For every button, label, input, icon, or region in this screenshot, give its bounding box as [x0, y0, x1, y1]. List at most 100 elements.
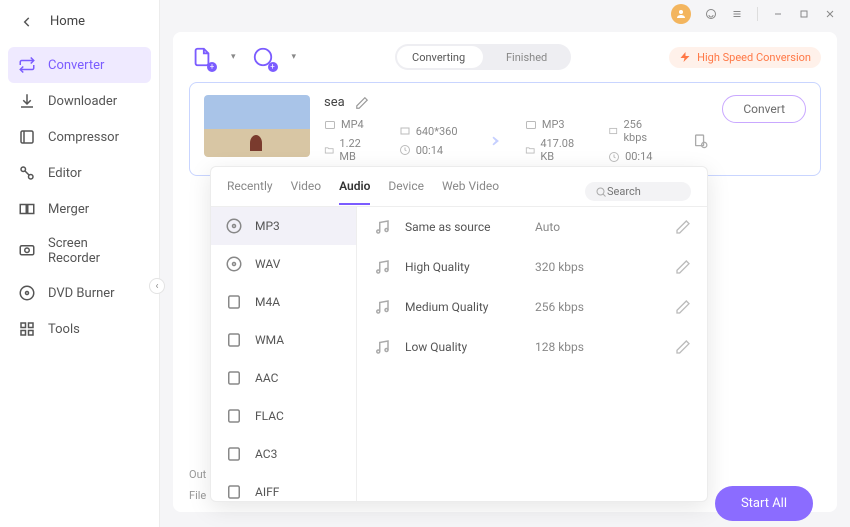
sidebar-item-tools[interactable]: Tools — [8, 311, 151, 347]
sidebar-item-label: Screen Recorder — [48, 236, 141, 266]
output-label: Out — [189, 468, 206, 481]
converter-icon — [18, 56, 36, 74]
file-icon — [225, 369, 243, 387]
search-input[interactable] — [607, 185, 677, 198]
maximize-button[interactable] — [798, 8, 810, 20]
sidebar-item-label: DVD Burner — [48, 286, 115, 301]
tools-icon — [18, 320, 36, 338]
format-flac[interactable]: FLAC — [211, 397, 356, 435]
rename-icon[interactable] — [355, 96, 369, 110]
back-icon — [20, 15, 34, 29]
output-settings-icon[interactable] — [693, 132, 709, 150]
file-icon — [225, 407, 243, 425]
sidebar-item-dvd-burner[interactable]: DVD Burner — [8, 275, 151, 311]
plus-icon: + — [207, 62, 217, 72]
sidebar-item-screen-recorder[interactable]: Screen Recorder — [8, 227, 151, 275]
thumbnail[interactable] — [204, 95, 310, 157]
collapse-sidebar-button[interactable]: ‹ — [149, 278, 165, 294]
edit-icon[interactable] — [675, 299, 691, 315]
music-icon — [373, 258, 391, 276]
tab-web-video[interactable]: Web Video — [442, 179, 499, 205]
sidebar-item-compressor[interactable]: Compressor — [8, 119, 151, 155]
chevron-down-icon[interactable]: ▾ — [231, 52, 236, 62]
tab-device[interactable]: Device — [388, 179, 424, 205]
recorder-icon — [18, 242, 36, 260]
edit-icon[interactable] — [675, 219, 691, 235]
tab-audio[interactable]: Audio — [339, 179, 370, 205]
menu-icon[interactable] — [731, 8, 743, 20]
folder-icon — [525, 144, 535, 156]
bitrate-icon — [608, 125, 618, 137]
src-format: MP4 — [341, 118, 364, 131]
tab-recently[interactable]: Recently — [227, 179, 273, 205]
bolt-icon — [679, 51, 691, 63]
src-dur: 00:14 — [416, 144, 443, 157]
minimize-button[interactable] — [772, 8, 784, 20]
format-wma[interactable]: WMA — [211, 321, 356, 359]
dst-format: MP3 — [542, 118, 565, 131]
edit-icon[interactable] — [675, 339, 691, 355]
sidebar-item-label: Merger — [48, 202, 89, 217]
sidebar-item-merger[interactable]: Merger — [8, 191, 151, 227]
segment-finished[interactable]: Finished — [483, 51, 571, 64]
segment-converting[interactable]: Converting — [395, 51, 483, 64]
format-wav[interactable]: WAV — [211, 245, 356, 283]
support-icon[interactable] — [705, 8, 717, 20]
music-icon — [373, 218, 391, 236]
clock-icon — [399, 144, 411, 156]
disc-icon — [225, 217, 243, 235]
task-card: sea MP4 1.22 MB 640*360 00:14 MP3 417.08… — [189, 82, 821, 176]
high-speed-toggle[interactable]: High Speed Conversion — [669, 47, 821, 68]
avatar[interactable] — [671, 4, 691, 24]
file-icon — [225, 331, 243, 349]
dst-size: 417.08 KB — [540, 137, 584, 163]
sidebar: Home Converter Downloader Compressor Edi… — [0, 0, 160, 527]
src-res: 640*360 — [416, 125, 458, 138]
sidebar-item-label: Compressor — [48, 130, 119, 145]
format-ac3[interactable]: AC3 — [211, 435, 356, 473]
clock-icon — [608, 151, 620, 163]
format-m4a[interactable]: M4A — [211, 283, 356, 321]
music-icon — [373, 298, 391, 316]
format-search[interactable] — [585, 182, 691, 201]
preset-low-quality[interactable]: Low Quality 128 kbps — [357, 327, 707, 367]
sidebar-item-label: Tools — [48, 322, 80, 337]
high-speed-label: High Speed Conversion — [697, 51, 811, 64]
sidebar-item-editor[interactable]: Editor — [8, 155, 151, 191]
preset-same-as-source[interactable]: Same as source Auto — [357, 207, 707, 247]
sidebar-item-converter[interactable]: Converter — [8, 47, 151, 83]
tab-video[interactable]: Video — [291, 179, 322, 205]
start-all-button[interactable]: Start All — [715, 486, 813, 521]
add-folder-button[interactable]: + — [250, 44, 276, 70]
search-icon — [595, 186, 607, 198]
src-size: 1.22 MB — [339, 137, 374, 163]
dst-bitrate: 256 kbps — [623, 118, 662, 144]
status-segment: Converting Finished — [395, 44, 571, 70]
sidebar-item-downloader[interactable]: Downloader — [8, 83, 151, 119]
file-icon — [225, 293, 243, 311]
sidebar-item-label: Converter — [48, 58, 104, 73]
file-icon — [225, 445, 243, 463]
chevron-down-icon[interactable]: ▾ — [292, 52, 297, 62]
merger-icon — [18, 200, 36, 218]
add-file-button[interactable]: + — [189, 44, 215, 70]
footer: Start All — [173, 486, 837, 521]
preset-medium-quality[interactable]: Medium Quality 256 kbps — [357, 287, 707, 327]
edit-icon[interactable] — [675, 259, 691, 275]
arrow-right-icon — [482, 130, 501, 152]
disc-icon — [225, 255, 243, 273]
compressor-icon — [18, 128, 36, 146]
sidebar-item-label: Editor — [48, 166, 82, 181]
format-mp3[interactable]: MP3 — [211, 207, 356, 245]
resolution-icon — [399, 125, 411, 137]
editor-icon — [18, 164, 36, 182]
preset-list: Same as source Auto High Quality 320 kbp… — [357, 207, 707, 501]
format-aac[interactable]: AAC — [211, 359, 356, 397]
home-label: Home — [50, 14, 85, 29]
home-nav[interactable]: Home — [0, 0, 159, 47]
task-title: sea — [324, 95, 345, 110]
preset-high-quality[interactable]: High Quality 320 kbps — [357, 247, 707, 287]
convert-button[interactable]: Convert — [722, 95, 806, 123]
music-icon — [373, 338, 391, 356]
close-button[interactable] — [824, 8, 836, 20]
